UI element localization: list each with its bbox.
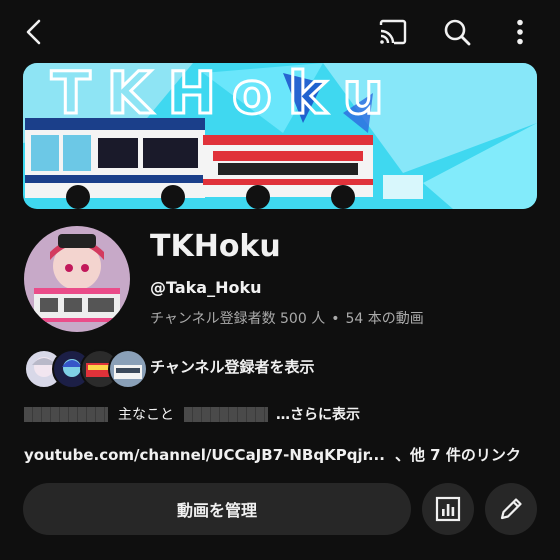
analytics-icon [435,496,461,522]
more-options-button[interactable] [498,10,542,54]
redacted-text [184,406,268,422]
cast-button[interactable] [371,10,415,54]
edit-channel-button[interactable] [485,483,537,535]
channel-description[interactable]: 主なこと …さらに表示 [24,403,360,425]
more-links[interactable]: 、他 7 件のリンク [395,446,521,464]
bus-illustration-blue [25,118,205,209]
banner-image: TKHoku [23,63,537,209]
view-subscribers-link[interactable]: チャンネル登録者を表示 [150,356,315,378]
search-button[interactable] [435,10,479,54]
cast-icon [379,19,407,45]
search-icon [444,19,471,46]
edit-pencil-icon [500,498,522,520]
channel-handle: @Taka_Hoku [150,278,262,297]
channel-links[interactable]: youtube.com/channel/UCCaJB7-NBqKPqjr... 、… [24,444,521,466]
subscriber-avatar [108,349,148,389]
subscriber-avatars[interactable] [24,349,148,389]
channel-avatar[interactable] [24,226,130,332]
analytics-button[interactable] [422,483,474,535]
channel-url[interactable]: youtube.com/channel/UCCaJB7-NBqKPqjr... [24,446,385,464]
channel-banner[interactable]: TKHoku [23,63,537,209]
more-vertical-icon [517,19,523,45]
channel-stats: チャンネル登録者数 500 人 • 54 本の動画 [150,308,424,330]
channel-name: TKHoku [150,229,281,264]
manage-videos-button[interactable]: 動画を管理 [23,483,411,535]
description-text: 主なこと [118,407,174,423]
avatar-image [24,226,130,332]
back-arrow-icon [26,19,41,45]
subscriber-count: チャンネル登録者数 500 人 [150,311,326,327]
show-more-link[interactable]: …さらに表示 [276,404,360,424]
banner-logo-text: TKHoku [51,63,400,127]
video-count: 54 本の動画 [345,311,424,327]
top-app-bar [0,0,560,62]
redacted-text [24,406,108,422]
back-button[interactable] [12,10,56,54]
stats-separator: • [331,311,340,327]
